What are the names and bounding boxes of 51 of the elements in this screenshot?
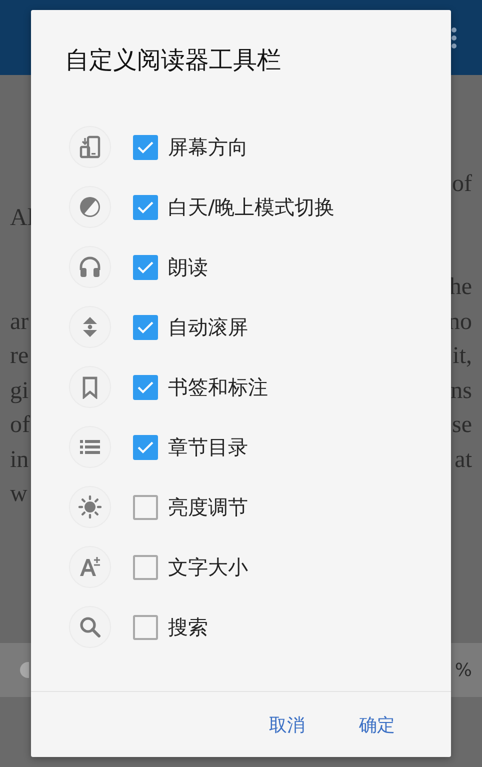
checkbox[interactable]	[133, 134, 158, 160]
body-text: of	[10, 412, 30, 440]
brightness-icon	[69, 486, 111, 528]
bookmark-icon	[69, 366, 111, 408]
option-checkbox[interactable]: 文字大小	[133, 554, 248, 580]
body-text: it,	[452, 343, 472, 370]
option-checkbox[interactable]: 亮度调节	[133, 494, 248, 520]
option-checkbox[interactable]: 章节目录	[133, 434, 248, 460]
font-size-icon	[69, 546, 111, 588]
option-checkbox[interactable]: 朗读	[133, 254, 208, 280]
body-text: w	[10, 481, 28, 508]
option-checkbox[interactable]: 屏幕方向	[133, 134, 248, 160]
body-text: he	[449, 274, 472, 302]
contrast-icon	[69, 186, 111, 228]
slider-thumb[interactable]	[20, 662, 29, 678]
body-text: ns	[450, 378, 472, 405]
check-icon	[137, 380, 154, 394]
check-icon	[137, 260, 154, 274]
checkbox[interactable]	[133, 374, 158, 400]
scroll-icon	[69, 306, 111, 348]
checkbox[interactable]	[133, 434, 158, 460]
body-text: of	[452, 170, 472, 198]
more-icon[interactable]	[451, 26, 457, 48]
list-icon	[69, 426, 111, 468]
checkbox[interactable]	[133, 194, 158, 220]
dialog-button[interactable]: 取消	[261, 706, 313, 742]
check-icon	[137, 440, 154, 454]
body-text: in	[10, 446, 29, 474]
checkbox[interactable]	[133, 314, 158, 340]
body-text: se	[452, 412, 472, 440]
headphones-icon	[69, 246, 111, 288]
dialog-title: 自定义阅读器工具栏	[64, 45, 281, 76]
check-icon	[137, 140, 154, 154]
option-checkbox[interactable]: 搜索	[133, 614, 208, 640]
check-icon	[137, 320, 154, 334]
option-checkbox[interactable]: 白天/晚上模式切换	[133, 194, 335, 220]
option-checkbox[interactable]: 书签和标注	[133, 374, 268, 400]
option-checkbox[interactable]: 自动滚屏	[133, 314, 248, 340]
checkbox[interactable]	[133, 494, 158, 520]
body-text: re	[10, 343, 29, 370]
checkbox[interactable]	[133, 614, 158, 640]
checkbox[interactable]	[133, 554, 158, 580]
search-icon	[69, 606, 111, 648]
body-text: at	[454, 446, 472, 474]
progress-reading: %	[454, 660, 472, 680]
dialog-button[interactable]: 确定	[351, 706, 403, 742]
check-icon	[137, 200, 154, 214]
checkbox[interactable]	[133, 254, 158, 280]
body-text: ar	[10, 308, 29, 336]
phone-rotate-icon	[69, 126, 111, 168]
body-text: gi	[10, 378, 29, 405]
